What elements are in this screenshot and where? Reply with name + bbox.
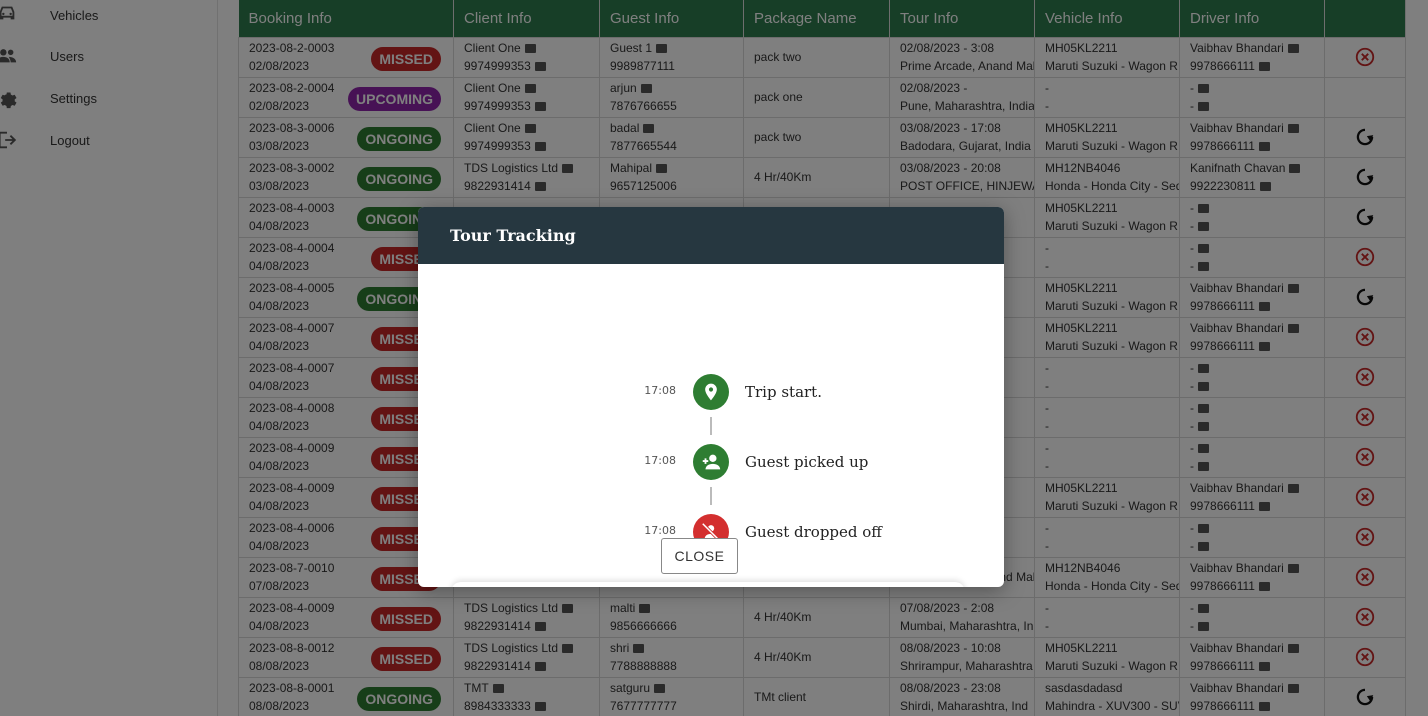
event-label: Guest picked up [745,453,869,471]
close-button[interactable]: CLOSE [661,538,738,574]
timeline-connector [710,417,712,435]
event-label: Guest dropped off [745,523,882,541]
modal-title: Tour Tracking [418,207,1004,264]
event-time: 17:08 [644,384,676,397]
event-time: 17:08 [644,454,676,467]
person-add-icon [693,444,729,480]
tour-tracking-modal: Tour Tracking 17:08 Trip start. 17:08 Gu… [418,207,1004,587]
location-pin-icon [693,374,729,410]
timeline-event: 17:08 Guest picked up [418,442,1004,482]
event-time: 17:08 [644,524,676,537]
timeline-connector [710,487,712,505]
event-label: Trip start. [745,383,822,401]
modal-card-edge [451,582,965,587]
timeline-event: 17:08 Trip start. [418,372,1004,412]
